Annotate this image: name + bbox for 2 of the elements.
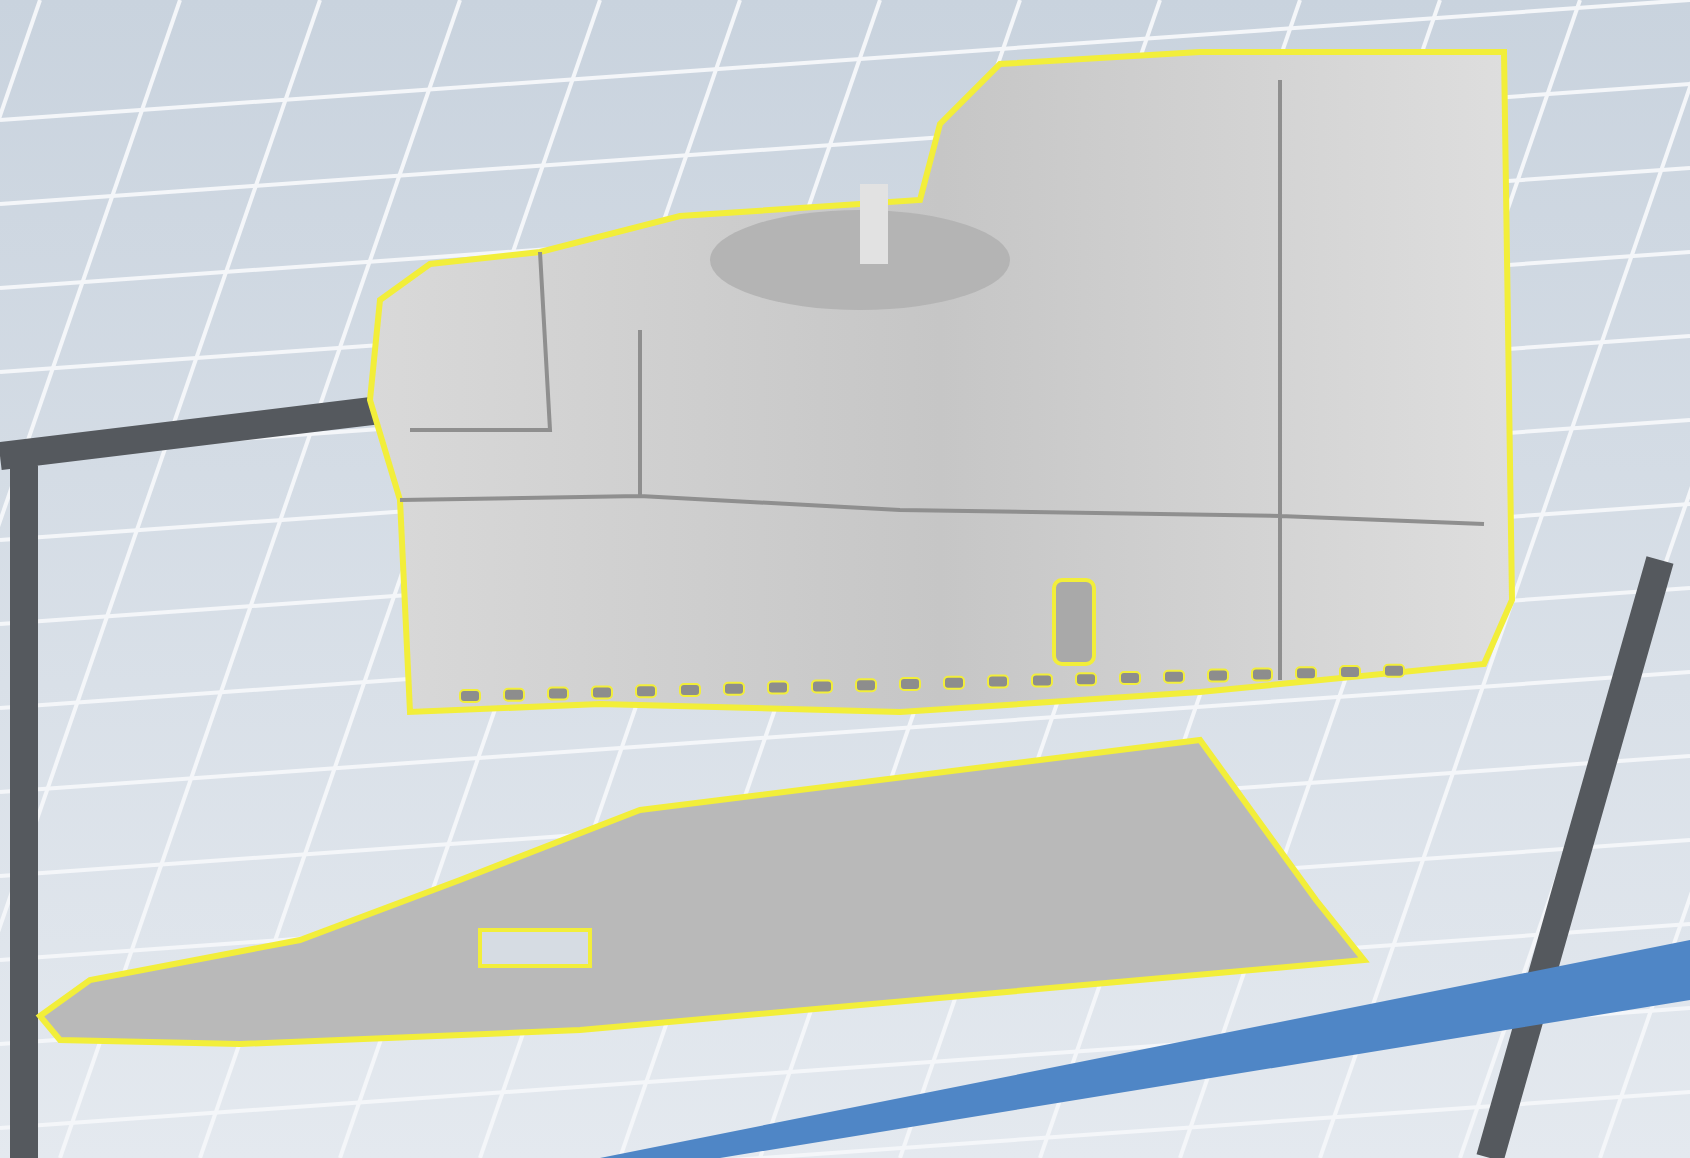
- plate-model-drawing[interactable]: [35, 736, 1370, 1047]
- housing-model-drawing[interactable]: [366, 49, 1515, 716]
